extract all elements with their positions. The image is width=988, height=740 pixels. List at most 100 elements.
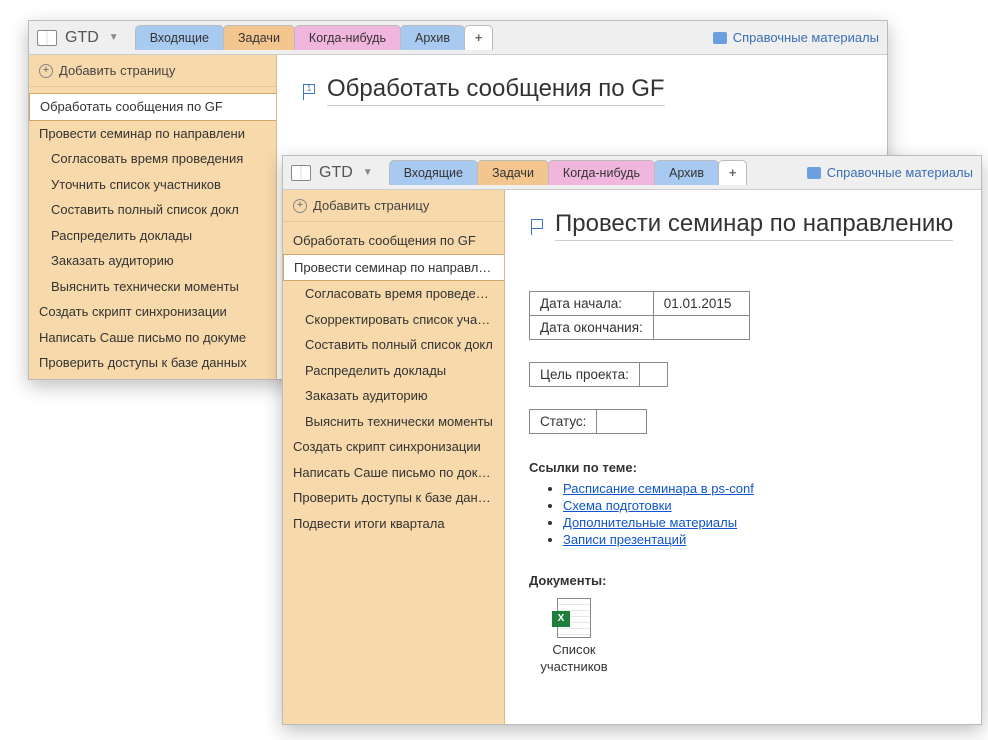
page-item[interactable]: Распределить доклады bbox=[29, 223, 276, 249]
notebook-icon bbox=[291, 165, 311, 181]
page-item[interactable]: Подвести итоги квартала bbox=[283, 511, 504, 537]
links-block: Ссылки по теме: Расписание семинара в ps… bbox=[529, 460, 957, 547]
page-item[interactable]: Уточнить список участников bbox=[29, 172, 276, 198]
table-row: Дата начала: 01.01.2015 bbox=[530, 292, 750, 316]
links-list: Расписание семинара в ps-conf Схема подг… bbox=[529, 481, 957, 547]
section-tabs: Входящие Задачи Когда-нибудь Архив + bbox=[135, 25, 493, 50]
page-title[interactable]: Обработать сообщения по GF bbox=[327, 75, 665, 106]
reference-icon bbox=[713, 32, 727, 44]
page-item[interactable]: Скорректировать список участн bbox=[283, 307, 504, 333]
window-front: GTD ▼ Входящие Задачи Когда-нибудь Архив… bbox=[282, 155, 982, 725]
page-item[interactable]: Заказать аудиторию bbox=[283, 383, 504, 409]
notebook-title[interactable]: GTD bbox=[65, 29, 99, 47]
tab-inbox[interactable]: Входящие bbox=[135, 25, 224, 50]
page-item[interactable]: Написать Саше письмо по докуме bbox=[283, 460, 504, 486]
dates-table: Дата начала: 01.01.2015 Дата окончания: bbox=[529, 291, 750, 340]
tab-someday[interactable]: Когда-нибудь bbox=[294, 25, 401, 50]
notebook-dropdown-icon[interactable]: ▼ bbox=[109, 32, 119, 43]
notebook-icon bbox=[37, 30, 57, 46]
list-item: Схема подготовки bbox=[563, 498, 957, 513]
page-sidebar: + Добавить страницу Обработать сообщения… bbox=[29, 55, 277, 379]
tab-someday[interactable]: Когда-нибудь bbox=[548, 160, 655, 185]
add-page-label: Добавить страницу bbox=[313, 198, 429, 213]
tab-archive[interactable]: Архив bbox=[400, 25, 465, 50]
page-item[interactable]: Обработать сообщения по GF bbox=[283, 228, 504, 254]
page-flag-icon bbox=[529, 217, 545, 235]
page-item[interactable]: Выяснить технически моменты bbox=[283, 409, 504, 435]
page-item[interactable]: Написать Саше письмо по докуме bbox=[29, 325, 276, 351]
notebook-title[interactable]: GTD bbox=[319, 164, 353, 182]
reference-icon bbox=[807, 167, 821, 179]
page-sidebar: + Добавить страницу Обработать сообщения… bbox=[283, 190, 505, 724]
end-date-label: Дата окончания: bbox=[530, 316, 654, 340]
end-date-value[interactable] bbox=[653, 316, 749, 340]
document-label: Список участников bbox=[529, 642, 619, 676]
link-prep-scheme[interactable]: Схема подготовки bbox=[563, 498, 672, 513]
section-tabs: Входящие Задачи Когда-нибудь Архив + bbox=[389, 160, 747, 185]
add-page-label: Добавить страницу bbox=[59, 63, 175, 78]
documents-heading: Документы: bbox=[529, 573, 957, 588]
page-item[interactable]: Провести семинар по направлени bbox=[29, 121, 276, 147]
tab-archive[interactable]: Архив bbox=[654, 160, 719, 185]
goal-label: Цель проекта: bbox=[530, 363, 640, 387]
link-schedule[interactable]: Расписание семинара в ps-conf bbox=[563, 481, 754, 496]
link-recordings[interactable]: Записи презентаций bbox=[563, 532, 686, 547]
list-item: Записи презентаций bbox=[563, 532, 957, 547]
reference-label: Справочные материалы bbox=[827, 165, 973, 180]
page-item[interactable]: Провести семинар по направлени bbox=[283, 254, 504, 282]
list-item: Расписание семинара в ps-conf bbox=[563, 481, 957, 496]
page-item[interactable]: Составить полный список докл bbox=[29, 197, 276, 223]
page-title-row: Обработать сообщения по GF bbox=[301, 75, 863, 106]
page-item[interactable]: Обработать сообщения по GF bbox=[29, 93, 276, 121]
page-item[interactable]: Согласовать время проведения bbox=[29, 146, 276, 172]
add-page-button[interactable]: + Добавить страницу bbox=[283, 190, 504, 222]
table-row: Статус: bbox=[530, 410, 647, 434]
page-item[interactable]: Заказать аудиторию bbox=[29, 248, 276, 274]
start-date-label: Дата начала: bbox=[530, 292, 654, 316]
status-table: Статус: bbox=[529, 409, 647, 434]
page-flag-icon bbox=[301, 82, 317, 100]
goal-value[interactable] bbox=[639, 363, 667, 387]
page-item[interactable]: Создать скрипт синхронизации bbox=[29, 299, 276, 325]
tab-tasks[interactable]: Задачи bbox=[223, 25, 295, 50]
table-row: Цель проекта: bbox=[530, 363, 668, 387]
page-item[interactable]: Составить полный список докл bbox=[283, 332, 504, 358]
links-heading: Ссылки по теме: bbox=[529, 460, 957, 475]
page-item[interactable]: Создать скрипт синхронизации bbox=[283, 434, 504, 460]
page-item[interactable]: Согласовать время проведения bbox=[283, 281, 504, 307]
titlebar: GTD ▼ Входящие Задачи Когда-нибудь Архив… bbox=[283, 156, 981, 190]
notebook-dropdown-icon[interactable]: ▼ bbox=[363, 167, 373, 178]
tab-add[interactable]: + bbox=[718, 160, 747, 185]
documents-block: Документы: X Список участников bbox=[529, 573, 957, 676]
page-item[interactable]: Проверить доступы к базе данных bbox=[29, 350, 276, 376]
add-page-button[interactable]: + Добавить страницу bbox=[29, 55, 276, 87]
page-content[interactable]: Провести семинар по направлению Дата нач… bbox=[505, 190, 981, 724]
status-label: Статус: bbox=[530, 410, 597, 434]
tab-add[interactable]: + bbox=[464, 25, 493, 50]
start-date-value[interactable]: 01.01.2015 bbox=[653, 292, 749, 316]
page-item[interactable]: Выяснить технически моменты bbox=[29, 274, 276, 300]
page-list: Обработать сообщения по GF Провести семи… bbox=[29, 87, 276, 379]
document-item[interactable]: X Список участников bbox=[529, 598, 619, 676]
status-value[interactable] bbox=[597, 410, 647, 434]
page-list: Обработать сообщения по GF Провести семи… bbox=[283, 222, 504, 542]
reference-materials-link[interactable]: Справочные материалы bbox=[807, 165, 973, 180]
page-item[interactable]: Подвести итоги квартала bbox=[29, 376, 276, 380]
reference-label: Справочные материалы bbox=[733, 30, 879, 45]
titlebar: GTD ▼ Входящие Задачи Когда-нибудь Архив… bbox=[29, 21, 887, 55]
body: + Добавить страницу Обработать сообщения… bbox=[283, 190, 981, 724]
excel-badge: X bbox=[552, 611, 570, 627]
page-item[interactable]: Распределить доклады bbox=[283, 358, 504, 384]
add-icon: + bbox=[39, 64, 53, 78]
page-item[interactable]: Проверить доступы к базе данных bbox=[283, 485, 504, 511]
page-title[interactable]: Провести семинар по направлению bbox=[555, 210, 953, 241]
page-title-row: Провести семинар по направлению bbox=[529, 210, 957, 241]
link-extra-materials[interactable]: Дополнительные материалы bbox=[563, 515, 737, 530]
tab-inbox[interactable]: Входящие bbox=[389, 160, 478, 185]
add-icon: + bbox=[293, 199, 307, 213]
excel-file-icon: X bbox=[557, 598, 591, 638]
list-item: Дополнительные материалы bbox=[563, 515, 957, 530]
reference-materials-link[interactable]: Справочные материалы bbox=[713, 30, 879, 45]
tab-tasks[interactable]: Задачи bbox=[477, 160, 549, 185]
table-row: Дата окончания: bbox=[530, 316, 750, 340]
